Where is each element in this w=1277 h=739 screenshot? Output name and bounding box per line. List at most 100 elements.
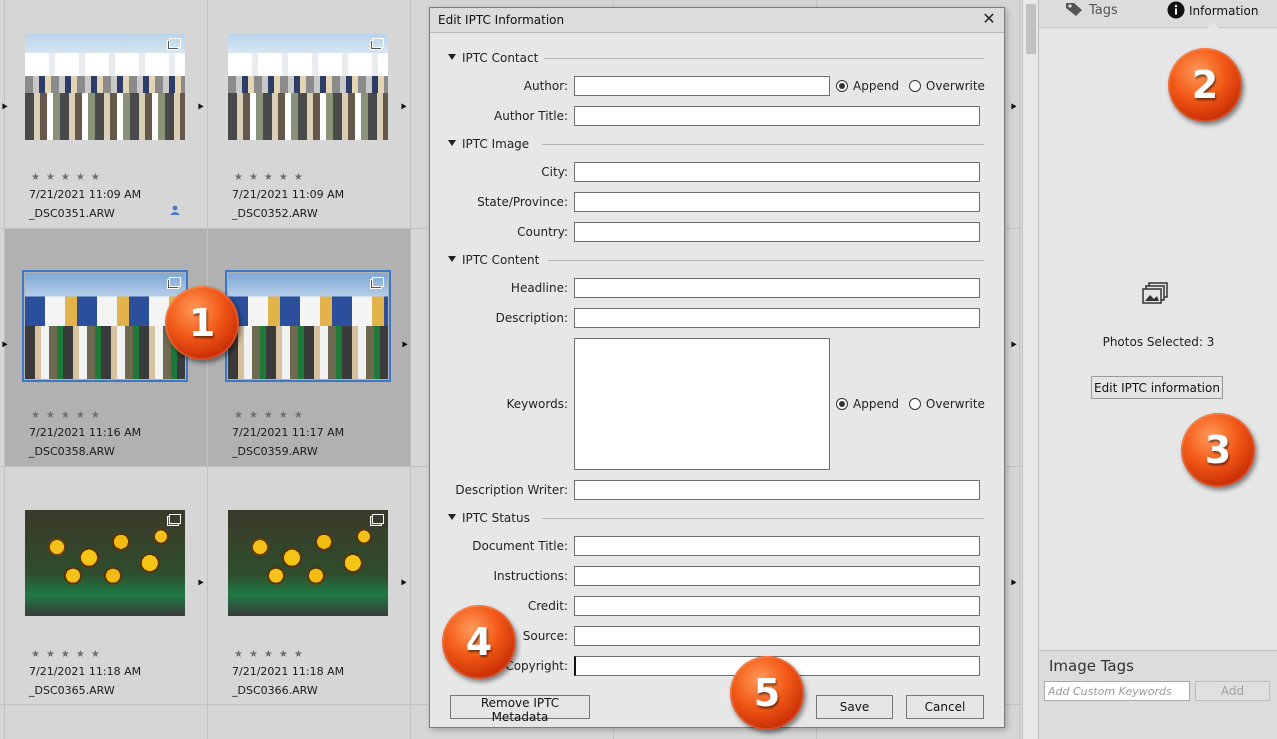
description-field[interactable] [574, 308, 980, 328]
grid-divider [410, 0, 411, 739]
edit-iptc-button[interactable]: Edit IPTC information [1091, 376, 1223, 399]
photo-cell[interactable]: ★★★★★ 7/21/2021 11:09 AM _DSC0352.ARW [208, 0, 410, 228]
dialog-body: IPTC Contact Author: Append Overwrite Au… [430, 32, 1004, 727]
photo-filename: _DSC0366.ARW [232, 684, 318, 697]
custom-keyword-input[interactable] [1044, 681, 1190, 701]
rating-stars[interactable]: ★★★★★ [234, 649, 309, 660]
section-title: IPTC Contact [462, 51, 539, 65]
keywords-field[interactable] [574, 338, 830, 470]
copyright-label: Copyright: [505, 659, 568, 673]
photo-date: 7/21/2021 11:09 AM [232, 188, 345, 201]
author-label: Author: [523, 79, 568, 93]
checkmark-icon[interactable]: ✓ [368, 359, 386, 377]
state-field[interactable] [574, 192, 980, 212]
credit-label: Credit: [527, 599, 568, 613]
photo-thumbnail[interactable]: ✓ [225, 270, 391, 382]
tab-information[interactable]: Information [1167, 0, 1259, 29]
expand-stack-arrow-icon[interactable]: ⯈ [399, 102, 409, 114]
photo-thumbnail[interactable] [228, 34, 388, 140]
expand-stack-arrow-icon[interactable]: ⯈ [400, 340, 410, 352]
append-label: Append [853, 79, 900, 93]
author-title-label: Author Title: [494, 109, 568, 123]
section-iptc-content[interactable]: IPTC Content [448, 253, 539, 267]
overwrite-radio[interactable] [908, 398, 921, 410]
collapse-triangle-icon [448, 256, 456, 262]
photo-thumbnail[interactable]: ✓ [22, 270, 188, 382]
rating-stars[interactable]: ★★★★★ [234, 410, 309, 421]
city-label: City: [541, 165, 568, 179]
rating-stars[interactable]: ★★★★★ [234, 172, 309, 183]
callout-4: 4 [442, 605, 516, 679]
photo-cell[interactable]: ★★★★★ 7/21/2021 11:09 AM _DSC0351.ARW [5, 0, 207, 228]
expand-stack-arrow-icon[interactable]: ⯈ [1009, 102, 1019, 114]
collapse-triangle-icon [448, 140, 456, 146]
callout-2: 2 [1168, 48, 1242, 122]
photo-date: 7/21/2021 11:18 AM [29, 665, 142, 678]
country-field[interactable] [574, 222, 980, 242]
section-divider [548, 260, 984, 261]
section-title: IPTC Content [462, 253, 540, 267]
document-title-field[interactable] [574, 536, 980, 556]
remove-iptc-metadata-button[interactable]: Remove IPTC Metadata [450, 695, 590, 724]
photos-icon [1142, 282, 1168, 304]
country-label: Country: [517, 225, 568, 239]
rating-stars[interactable]: ★★★★★ [31, 172, 106, 183]
description-writer-field[interactable] [574, 480, 980, 500]
photo-cell-selected[interactable]: ✓ ★★★★★ 7/21/2021 11:17 AM _DSC0359.ARW [208, 229, 410, 466]
section-iptc-image[interactable]: IPTC Image [448, 137, 529, 151]
section-divider [544, 58, 984, 59]
rating-stars[interactable]: ★★★★★ [31, 649, 106, 660]
photo-thumbnail[interactable] [25, 34, 185, 140]
expand-stack-arrow-icon[interactable]: ⯈ [0, 102, 10, 114]
photo-cell[interactable]: ★★★★★ 7/21/2021 11:18 AM _DSC0366.ARW [208, 467, 410, 704]
image-tags-section: Image Tags Add [1039, 650, 1277, 739]
document-title-label: Document Title: [472, 539, 568, 553]
rating-stars[interactable]: ★★★★★ [31, 410, 106, 421]
source-field[interactable] [574, 626, 980, 646]
panel-tabs: Tags Information [1039, 0, 1277, 29]
instructions-field[interactable] [574, 566, 980, 586]
section-iptc-status[interactable]: IPTC Status [448, 511, 530, 525]
photo-date: 7/21/2021 11:09 AM [29, 188, 142, 201]
source-label: Source: [522, 629, 568, 643]
section-iptc-contact[interactable]: IPTC Contact [448, 51, 538, 65]
author-mode-radio-group: Append Overwrite [836, 79, 991, 93]
author-title-field[interactable] [574, 106, 980, 126]
headline-label: Headline: [510, 281, 568, 295]
grid-scrollbar[interactable] [1022, 0, 1038, 739]
stack-icon [169, 277, 181, 287]
section-divider [542, 518, 984, 519]
credit-field[interactable] [574, 596, 980, 616]
append-radio[interactable] [836, 80, 848, 92]
stack-icon [372, 38, 384, 48]
photo-thumbnail[interactable] [228, 510, 388, 616]
photo-date: 7/21/2021 11:16 AM [29, 426, 142, 439]
save-button[interactable]: Save [816, 695, 893, 719]
expand-stack-arrow-icon[interactable]: ⯈ [196, 578, 206, 590]
expand-stack-arrow-icon[interactable]: ⯈ [1009, 578, 1019, 590]
tab-information-label: Information [1189, 4, 1259, 18]
headline-field[interactable] [574, 278, 980, 298]
tab-tags[interactable]: Tags [1065, 0, 1118, 28]
overwrite-label: Overwrite [925, 397, 985, 411]
expand-stack-arrow-icon[interactable]: ⯈ [196, 102, 206, 114]
right-panel: Tags Information Photos Selected: 3 Edit… [1038, 0, 1277, 739]
overwrite-radio[interactable] [908, 80, 921, 92]
author-field[interactable] [574, 76, 830, 96]
checkmark-icon[interactable]: ✓ [165, 359, 183, 377]
photo-filename: _DSC0352.ARW [232, 207, 318, 220]
close-icon[interactable]: ✕ [980, 10, 998, 28]
expand-stack-arrow-icon[interactable]: ⯈ [0, 340, 10, 352]
append-radio[interactable] [836, 398, 848, 410]
photo-cell[interactable]: ★★★★★ 7/21/2021 11:18 AM _DSC0365.ARW [5, 467, 207, 704]
expand-stack-arrow-icon[interactable]: ⯈ [1009, 340, 1019, 352]
city-field[interactable] [574, 162, 980, 182]
section-title: IPTC Status [462, 511, 530, 525]
tag-icon [1066, 3, 1082, 16]
expand-stack-arrow-icon[interactable]: ⯈ [399, 578, 409, 590]
add-keyword-button[interactable]: Add [1195, 681, 1270, 701]
photo-thumbnail[interactable] [25, 510, 185, 616]
scrollbar-thumb[interactable] [1026, 4, 1036, 54]
photo-filename: _DSC0358.ARW [29, 445, 115, 458]
cancel-button[interactable]: Cancel [906, 695, 984, 719]
